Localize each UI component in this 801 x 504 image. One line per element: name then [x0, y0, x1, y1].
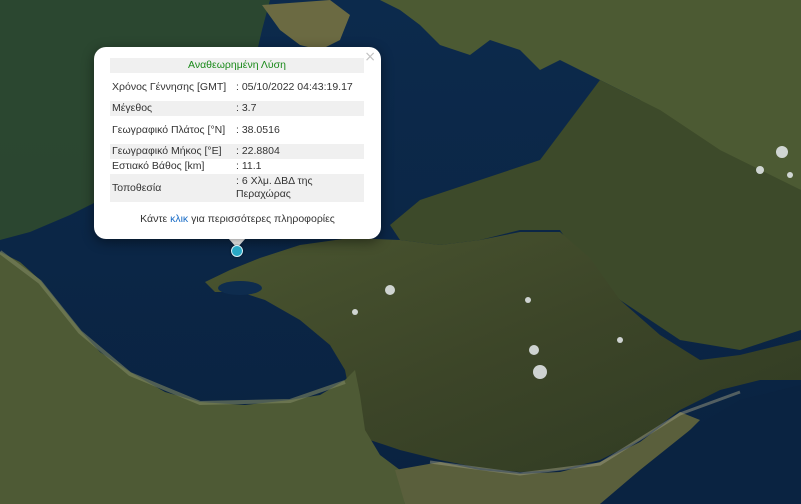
popup-title: Αναθεωρημένη Λύση: [110, 58, 364, 73]
epicenter-marker-icon[interactable]: [231, 245, 243, 257]
row-depth: Εστιακό Βάθος [km] : 11.1: [110, 159, 364, 174]
lake: [218, 281, 262, 295]
row-location: Τοποθεσία : 6 Χλμ. ΔΒΔ της Περαχώρας: [110, 174, 364, 202]
row-magnitude: Μέγεθος : 3.7: [110, 101, 364, 116]
latitude-label: Γεωγραφικό Πλάτος [°N]: [112, 123, 226, 136]
depth-value: : 11.1: [236, 160, 262, 172]
earthquake-info-popup: × Αναθεωρημένη Λύση Χρόνος Γέννησης [GMT…: [94, 47, 381, 239]
location-value: : 6 Χλμ. ΔΒΔ της Περαχώρας: [232, 174, 364, 202]
close-icon[interactable]: ×: [364, 49, 376, 65]
depth-label: Εστιακό Βάθος [km]: [112, 160, 205, 172]
more-info-suffix: για περισσότερες πληροφορίες: [188, 213, 335, 225]
origin-time-label: Χρόνος Γέννησης [GMT]: [112, 80, 227, 93]
row-latitude: Γεωγραφικό Πλάτος [°N] : 38.0516: [110, 116, 364, 144]
magnitude-value: : 3.7: [232, 101, 364, 116]
location-label: Τοποθεσία: [110, 174, 232, 202]
row-longitude: Γεωγραφικό Μήκος [°E] : 22.8804: [110, 144, 364, 159]
more-info-prefix: Κάντε: [140, 213, 171, 225]
magnitude-label: Μέγεθος: [110, 101, 232, 116]
earthquake-details-table: Αναθεωρημένη Λύση Χρόνος Γέννησης [GMT] …: [110, 58, 364, 202]
longitude-label: Γεωγραφικό Μήκος [°E]: [110, 144, 232, 159]
latitude-value: : 38.0516: [236, 123, 280, 136]
row-origin-time: Χρόνος Γέννησης [GMT] : 05/10/2022 04:43…: [110, 73, 364, 101]
more-info-link[interactable]: κλικ: [170, 213, 188, 225]
longitude-value: : 22.8804: [232, 144, 364, 159]
more-info-line: Κάντε κλικ για περισσότερες πληροφορίες: [94, 213, 381, 225]
origin-time-value: : 05/10/2022 04:43:19.17: [236, 80, 353, 93]
